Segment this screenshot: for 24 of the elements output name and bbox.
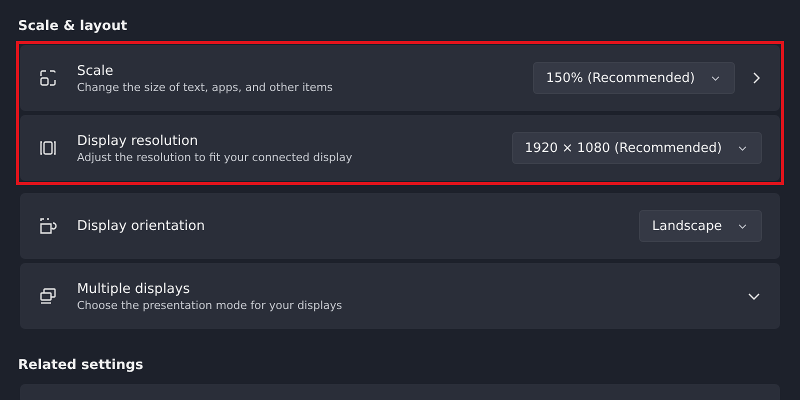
dropdown[interactable]: 150% (Recommended) <box>532 62 735 94</box>
monitors-icon <box>38 286 58 306</box>
section-title: Related settings <box>18 357 144 373</box>
scale-icon <box>38 68 58 88</box>
settings-card[interactable]: Scale Change the size of text, apps, and other items 150% (Recommended) <box>20 45 780 111</box>
chevron-down-icon <box>738 224 747 228</box>
setting-description: Change the size of text, apps, and other items <box>77 80 334 94</box>
chevron-down-icon <box>738 146 747 150</box>
chevron-down-icon <box>711 76 720 80</box>
rotate-screen-icon <box>38 216 58 236</box>
setting-title: Display resolution <box>77 132 200 148</box>
dropdown[interactable]: 1920 × 1080 (Recommended) <box>512 132 762 164</box>
setting-title: Multiple displays <box>77 280 191 296</box>
section-title: Scale & layout <box>18 18 128 34</box>
setting-title: Scale <box>77 62 114 78</box>
setting-description: Choose the presentation mode for your displays <box>77 298 344 312</box>
settings-card[interactable]: Display orientation Landscape <box>20 193 780 259</box>
chevron-right-icon[interactable] <box>753 72 760 84</box>
dropdown[interactable]: Landscape <box>639 210 762 242</box>
settings-card[interactable]: Multiple displays Choose the presentation mode for your displays <box>20 263 780 329</box>
settings-card[interactable]: Display resolution Adjust the resolution to fit your connected display 1920 × 1080 (Recommended) <box>20 115 780 181</box>
chevron-down-icon[interactable] <box>748 292 760 300</box>
setting-description: Adjust the resolution to fit your connected display <box>77 150 354 164</box>
setting-title: Display orientation <box>77 218 206 234</box>
